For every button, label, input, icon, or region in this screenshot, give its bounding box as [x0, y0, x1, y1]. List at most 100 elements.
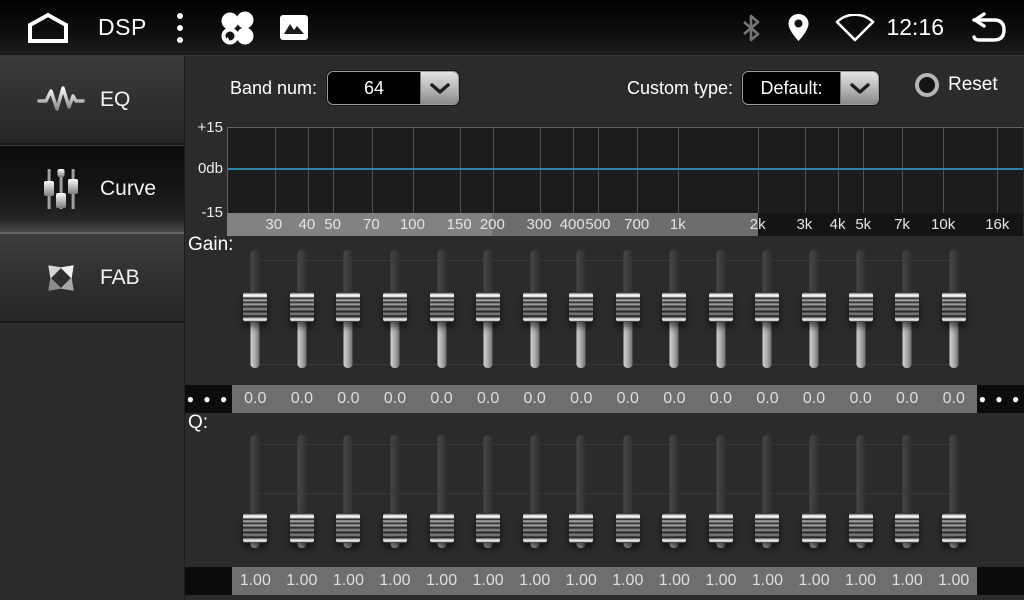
q-slider-thumb[interactable] — [709, 513, 733, 543]
q-slider-thumb[interactable] — [430, 513, 454, 543]
freq-tick-label: 1k — [670, 213, 686, 236]
q-slider-thumb[interactable] — [616, 513, 640, 543]
freq-tick-label: 200 — [480, 213, 505, 236]
gain-slider — [744, 250, 791, 368]
gallery-icon[interactable] — [279, 14, 309, 41]
curve-panel: Band num: 64 Custom type: Default: Reset… — [185, 56, 1024, 600]
q-value: 1.00 — [605, 567, 652, 595]
scroll-right-button[interactable]: ● ● ● — [977, 385, 1024, 413]
gain-slider-thumb[interactable] — [476, 292, 500, 322]
gain-slider-thumb[interactable] — [662, 292, 686, 322]
gain-value: 0.0 — [511, 385, 558, 413]
band-num-dropdown[interactable]: 64 — [327, 71, 459, 105]
gain-label: Gain: — [188, 234, 233, 256]
gain-slider-thumb[interactable] — [336, 292, 360, 322]
gain-slider-thumb[interactable] — [755, 292, 779, 322]
gain-slider — [605, 250, 652, 368]
gain-slider — [558, 250, 605, 368]
reset-button[interactable]: Reset — [915, 73, 998, 97]
wifi-icon — [834, 14, 876, 42]
q-slider-thumb[interactable] — [802, 513, 826, 543]
sidebar-item-fab[interactable]: FAB — [0, 234, 184, 323]
gain-slider-thumb[interactable] — [569, 292, 593, 322]
q-slider-thumb[interactable] — [523, 513, 547, 543]
freq-tick-label: 70 — [363, 213, 380, 236]
chevron-down-icon[interactable] — [420, 72, 458, 104]
fade-balance-icon — [32, 258, 90, 298]
q-sliders — [232, 435, 977, 548]
gain-value-row: ● ● ● 0.00.00.00.00.00.00.00.00.00.00.00… — [185, 385, 1024, 413]
scroll-left-button[interactable] — [185, 567, 232, 595]
freq-tick-label: 150 — [447, 213, 472, 236]
gain-slider-thumb[interactable] — [709, 292, 733, 322]
q-slider-thumb[interactable] — [476, 513, 500, 543]
gain-slider-thumb[interactable] — [616, 292, 640, 322]
gain-slider-thumb[interactable] — [895, 292, 919, 322]
gain-slider-thumb[interactable] — [243, 292, 267, 322]
eq-plot[interactable] — [227, 127, 1023, 213]
gain-slider-thumb[interactable] — [383, 292, 407, 322]
q-slider-thumb[interactable] — [662, 513, 686, 543]
q-slider — [651, 435, 698, 548]
q-slider-thumb[interactable] — [895, 513, 919, 543]
freq-tick-label: 30 — [265, 213, 282, 236]
gain-slider-thumb[interactable] — [849, 292, 873, 322]
gain-slider — [511, 250, 558, 368]
q-slider-thumb[interactable] — [383, 513, 407, 543]
freq-tick-label: 400 — [560, 213, 585, 236]
eq-curve[interactable] — [228, 168, 1023, 170]
bluetooth-icon — [741, 14, 761, 42]
q-slider-thumb[interactable] — [569, 513, 593, 543]
overflow-menu-icon[interactable] — [173, 9, 187, 47]
q-value: 1.00 — [465, 567, 512, 595]
gain-slider-thumb[interactable] — [290, 292, 314, 322]
custom-type-dropdown[interactable]: Default: — [742, 71, 879, 105]
band-num-value: 64 — [328, 72, 420, 104]
reset-radio-icon[interactable] — [915, 73, 939, 97]
freq-tick-label: 16k — [985, 213, 1009, 236]
sidebar-item-curve[interactable]: Curve — [0, 145, 184, 234]
gain-value: 0.0 — [651, 385, 698, 413]
gain-slider — [698, 250, 745, 368]
q-value: 1.00 — [698, 567, 745, 595]
q-value-row: 1.001.001.001.001.001.001.001.001.001.00… — [185, 567, 1024, 595]
gain-slider — [791, 250, 838, 368]
y-axis-label: -15 — [185, 204, 223, 221]
q-slider — [837, 435, 884, 548]
eq-gridline — [275, 128, 276, 213]
q-slider-thumb[interactable] — [336, 513, 360, 543]
gain-slider — [232, 250, 279, 368]
scroll-right-button[interactable] — [977, 567, 1024, 595]
scroll-left-button[interactable]: ● ● ● — [185, 385, 232, 413]
q-slider — [698, 435, 745, 548]
q-slider-thumb[interactable] — [290, 513, 314, 543]
home-icon[interactable] — [26, 12, 70, 44]
apps-clover-icon[interactable] — [217, 8, 257, 48]
q-slider-thumb[interactable] — [849, 513, 873, 543]
clock: 12:16 — [886, 14, 944, 41]
q-slider-thumb[interactable] — [243, 513, 267, 543]
q-slider-thumb[interactable] — [942, 513, 966, 543]
sidebar-item-eq[interactable]: EQ — [0, 56, 184, 145]
waveform-icon — [32, 82, 90, 118]
q-slider — [418, 435, 465, 548]
gain-slider-thumb[interactable] — [523, 292, 547, 322]
freq-tick-label: 100 — [400, 213, 425, 236]
q-slider — [279, 435, 326, 548]
q-slider — [232, 435, 279, 548]
custom-type-value: Default: — [743, 72, 840, 104]
q-value: 1.00 — [232, 567, 279, 595]
gain-value: 0.0 — [605, 385, 652, 413]
chevron-down-icon[interactable] — [840, 72, 878, 104]
gain-slider-thumb[interactable] — [942, 292, 966, 322]
location-icon — [787, 13, 810, 42]
gain-slider — [372, 250, 419, 368]
back-return-icon[interactable] — [962, 10, 1008, 46]
q-value: 1.00 — [651, 567, 698, 595]
q-slider-thumb[interactable] — [755, 513, 779, 543]
gain-slider-thumb[interactable] — [802, 292, 826, 322]
gain-slider-thumb[interactable] — [430, 292, 454, 322]
custom-type-label: Custom type: — [627, 78, 733, 99]
band-num-label: Band num: — [230, 78, 317, 99]
eq-gridline — [902, 128, 903, 213]
